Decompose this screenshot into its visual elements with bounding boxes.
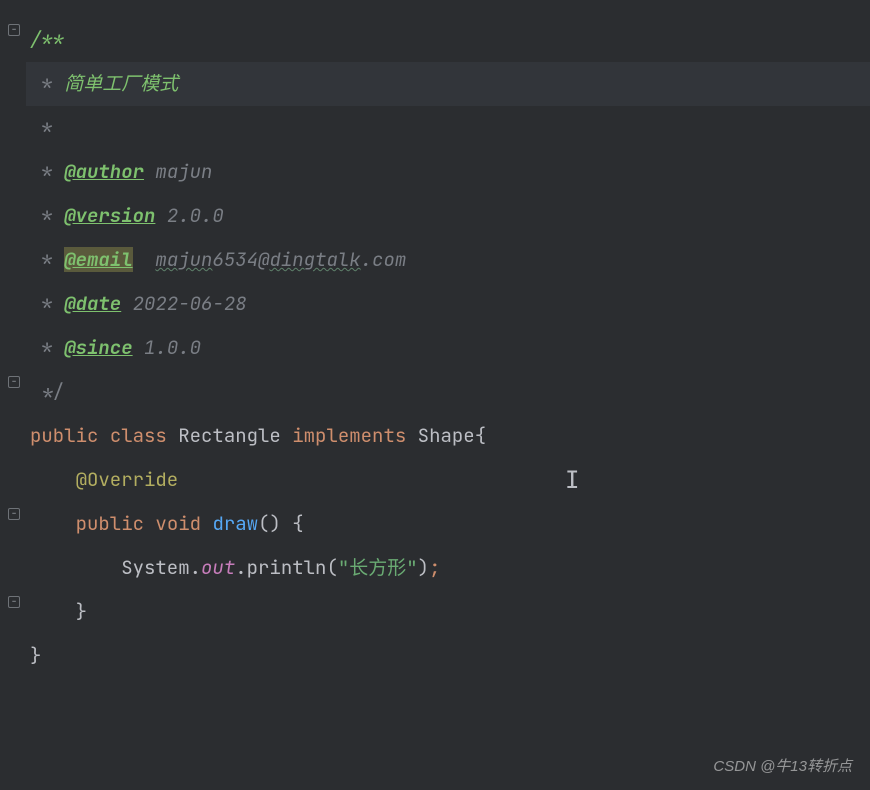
fold-marker-icon[interactable] <box>8 596 20 608</box>
code-line: public class Rectangle implements Shape{ <box>26 414 870 458</box>
code-line: System.out.println("长方形"); <box>26 546 870 590</box>
doc-email-tld: .com <box>361 247 407 272</box>
class-name: Rectangle <box>178 423 281 448</box>
code-line: * @email majun6534@dingtalk.com <box>26 238 870 282</box>
override-annotation: @Override <box>76 467 179 492</box>
fold-marker-icon[interactable] <box>8 508 20 520</box>
dot: . <box>190 555 201 580</box>
kw-void: void <box>155 511 201 536</box>
doc-star: * <box>30 335 64 360</box>
kw-public: public <box>76 511 144 536</box>
doc-email-domain: dingtalk <box>269 247 360 272</box>
dot: . <box>235 555 246 580</box>
doc-desc: 简单工厂模式 <box>64 71 178 96</box>
code-line: * <box>26 106 870 150</box>
text-cursor-icon: 𝙸 <box>565 465 579 496</box>
code-editor[interactable]: /** * 简单工厂模式 * * @author majun * @versio… <box>0 0 870 790</box>
code-line: public void draw() { <box>26 502 870 546</box>
interface-name: Shape <box>418 423 475 448</box>
fold-marker-icon[interactable] <box>8 24 20 36</box>
brace-open: { <box>292 511 303 536</box>
doc-open: /** <box>30 27 64 52</box>
doc-tag-email: @email <box>64 247 132 272</box>
doc-tag-since: @since <box>64 335 132 360</box>
code-line: /** <box>26 18 870 62</box>
doc-tag-version: @version <box>64 203 155 228</box>
method-name: draw <box>212 511 258 536</box>
system-class: System <box>121 555 189 580</box>
println-call: println <box>247 555 327 580</box>
paren: ) <box>418 555 429 580</box>
code-line: * 简单工厂模式 <box>26 62 870 106</box>
out-field: out <box>201 555 235 580</box>
brace-close: } <box>76 599 87 624</box>
kw-implements: implements <box>292 423 406 448</box>
code-area[interactable]: /** * 简单工厂模式 * * @author majun * @versio… <box>26 0 870 790</box>
doc-star: * <box>30 71 64 96</box>
doc-star: * <box>30 247 64 272</box>
string-literal: "长方形" <box>338 555 418 580</box>
doc-version-value: 2.0.0 <box>167 203 224 228</box>
code-line: } <box>26 590 870 634</box>
code-line: } <box>26 634 870 678</box>
doc-close: */ <box>30 379 64 404</box>
code-line: * @since 1.0.0 <box>26 326 870 370</box>
code-line: * @author majun <box>26 150 870 194</box>
paren: ( <box>326 555 337 580</box>
doc-star: * <box>30 203 64 228</box>
paren: () <box>258 511 281 536</box>
kw-class: class <box>110 423 167 448</box>
code-line: */ <box>26 370 870 414</box>
doc-tag-author: @author <box>64 159 144 184</box>
doc-author-value: majun <box>155 159 212 184</box>
watermark: CSDN @牛13转折点 <box>713 755 852 776</box>
code-line: * @version 2.0.0 <box>26 194 870 238</box>
doc-email-post: 6534@ <box>212 247 269 272</box>
doc-star: * <box>30 159 64 184</box>
brace-open: { <box>475 423 486 448</box>
doc-star: * <box>30 291 64 316</box>
gutter <box>0 0 26 790</box>
fold-marker-icon[interactable] <box>8 376 20 388</box>
semicolon: ; <box>429 555 440 580</box>
kw-public: public <box>30 423 98 448</box>
doc-date-value: 2022-06-28 <box>133 291 247 316</box>
code-line: @Override <box>26 458 870 502</box>
code-line: * @date 2022-06-28 <box>26 282 870 326</box>
doc-star: * <box>30 115 53 140</box>
doc-email-pre: majun <box>155 247 212 272</box>
doc-tag-date: @date <box>64 291 121 316</box>
doc-since-value: 1.0.0 <box>144 335 201 360</box>
brace-close: } <box>30 643 41 668</box>
